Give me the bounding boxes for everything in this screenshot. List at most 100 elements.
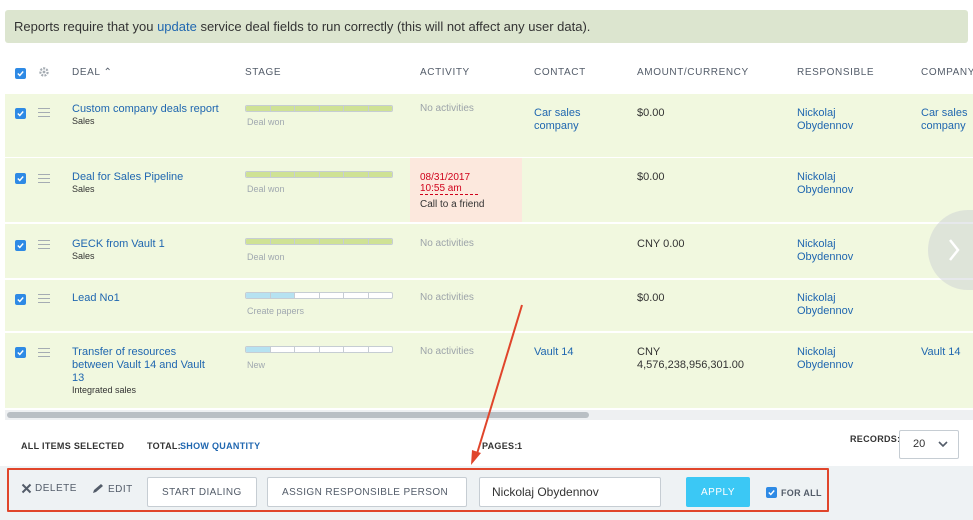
- drag-handle-icon[interactable]: [38, 348, 50, 357]
- activity-status: No activities: [420, 346, 474, 357]
- drag-handle-icon[interactable]: [38, 294, 50, 303]
- delete-button[interactable]: DELETE: [21, 483, 77, 494]
- activity-deadline[interactable]: 08/31/2017 10:55 am: [420, 172, 478, 195]
- records-per-page-select[interactable]: 20: [899, 430, 959, 459]
- chevron-right-icon: [949, 239, 960, 261]
- stage-label: New: [247, 360, 266, 370]
- responsible-link[interactable]: Nickolaj Obydennov: [797, 171, 872, 197]
- table-row[interactable]: Transfer of resources between Vault 14 a…: [5, 333, 973, 409]
- row-checkbox[interactable]: [15, 173, 26, 184]
- deal-category: Integrated sales: [72, 385, 137, 395]
- responsible-link[interactable]: Nickolaj Obydennov: [797, 292, 872, 318]
- company-link[interactable]: Vault 14: [921, 346, 961, 359]
- activity-task-link[interactable]: Call to a friend: [420, 199, 484, 210]
- gear-icon[interactable]: [38, 66, 50, 78]
- records-label: RECORDS:: [850, 434, 901, 444]
- deal-name: Lead No1: [72, 292, 222, 305]
- stage-progress-bar[interactable]: [245, 292, 393, 299]
- delete-label: DELETE: [35, 483, 77, 494]
- crm-deal-list: Reports require that you update service …: [0, 0, 973, 520]
- assign-responsible-dropdown[interactable]: ASSIGN RESPONSIBLE PERSON: [267, 477, 467, 507]
- contact-link[interactable]: Car sales company: [534, 107, 604, 133]
- amount-value: $0.00: [637, 171, 665, 183]
- stage-progress-bar[interactable]: [245, 346, 393, 353]
- drag-handle-icon[interactable]: [38, 174, 50, 183]
- select-all-checkbox[interactable]: [15, 68, 26, 79]
- show-quantity-link[interactable]: SHOW QUANTITY: [180, 441, 260, 451]
- deal-name-link[interactable]: Transfer of resources between Vault 14 a…: [72, 346, 205, 384]
- deal-name: GECK from Vault 1 Sales: [72, 238, 222, 262]
- table-row[interactable]: GECK from Vault 1 Sales Deal won No activ…: [5, 224, 973, 279]
- deal-name-link[interactable]: Custom company deals report: [72, 103, 219, 115]
- pages-value[interactable]: 1: [517, 441, 522, 451]
- column-responsible[interactable]: RESPONSIBLE: [797, 67, 874, 78]
- activity-status: No activities: [420, 238, 474, 249]
- column-stage[interactable]: STAGE: [245, 67, 281, 78]
- amount-value: CNY 4,576,238,956,301.00: [637, 346, 745, 371]
- total-label: TOTAL:: [147, 441, 181, 451]
- notice-update-link[interactable]: update: [157, 19, 197, 34]
- table-header: DEAL ⌃ STAGE ACTIVITY CONTACT AMOUNT/CUR…: [0, 57, 973, 93]
- stage-label: Deal won: [247, 252, 285, 262]
- column-company[interactable]: COMPANY: [921, 67, 973, 78]
- row-checkbox[interactable]: [15, 240, 26, 251]
- notice-text-after: service deal fields to run correctly (th…: [196, 19, 591, 34]
- responsible-link[interactable]: Nickolaj Obydennov: [797, 346, 872, 372]
- table-row[interactable]: Lead No1 Create papers No activities $0.…: [5, 280, 973, 332]
- activity-status: No activities: [420, 103, 474, 114]
- horizontal-scrollbar[interactable]: [5, 410, 973, 420]
- deal-name: Custom company deals report Sales: [72, 103, 222, 127]
- stage-label: Create papers: [247, 306, 305, 316]
- table-footer: ALL ITEMS SELECTED TOTAL: SHOW QUANTITY …: [0, 422, 973, 464]
- apply-button[interactable]: APPLY: [686, 477, 750, 507]
- for-all-checkbox[interactable]: [766, 487, 777, 498]
- edit-label: EDIT: [108, 483, 133, 495]
- records-value: 20: [913, 438, 926, 450]
- for-all-toggle[interactable]: FOR ALL: [766, 487, 822, 498]
- column-amount[interactable]: AMOUNT/CURRENCY: [637, 67, 749, 78]
- group-actions-panel: DELETE EDIT START DIALING ASSIGN RESPONS…: [7, 468, 829, 512]
- notice-banner: Reports require that you update service …: [5, 10, 968, 43]
- chevron-down-icon: [938, 441, 948, 448]
- table-row[interactable]: Deal for Sales Pipeline Sales Deal won 08…: [5, 158, 973, 223]
- contact-link[interactable]: Vault 14: [534, 346, 574, 359]
- drag-handle-icon[interactable]: [38, 108, 50, 117]
- stage-progress-bar[interactable]: [245, 238, 393, 245]
- deal-name-link[interactable]: Lead No1: [72, 292, 120, 304]
- row-checkbox[interactable]: [15, 347, 26, 358]
- pencil-icon: [93, 484, 103, 493]
- deal-name: Transfer of resources between Vault 14 a…: [72, 346, 217, 396]
- activity-status: No activities: [420, 292, 474, 303]
- responsible-link[interactable]: Nickolaj Obydennov: [797, 238, 872, 264]
- company-link[interactable]: Car sales company: [921, 107, 973, 133]
- deal-name-link[interactable]: GECK from Vault 1: [72, 238, 165, 250]
- scrollbar-thumb[interactable]: [7, 412, 589, 418]
- stage-label: Deal won: [247, 117, 285, 127]
- deal-category: Sales: [72, 184, 95, 194]
- activity-cell: 08/31/2017 10:55 am Call to a friend: [410, 158, 522, 222]
- for-all-label: FOR ALL: [781, 487, 822, 498]
- responsible-link[interactable]: Nickolaj Obydennov: [797, 107, 872, 133]
- amount-value: $0.00: [637, 292, 665, 304]
- deal-name: Deal for Sales Pipeline Sales: [72, 171, 222, 195]
- start-dialing-button[interactable]: START DIALING: [147, 477, 257, 507]
- close-icon: [21, 483, 32, 494]
- table-row[interactable]: Custom company deals report Sales Deal wo…: [5, 94, 973, 158]
- column-contact[interactable]: CONTACT: [534, 67, 586, 78]
- stage-progress-bar[interactable]: [245, 171, 393, 178]
- row-checkbox[interactable]: [15, 108, 26, 119]
- deal-name-link[interactable]: Deal for Sales Pipeline: [72, 171, 183, 183]
- deal-category: Sales: [72, 116, 95, 126]
- row-checkbox[interactable]: [15, 294, 26, 305]
- notice-text-before: Reports require that you: [14, 19, 158, 34]
- stage-progress-bar[interactable]: [245, 105, 393, 112]
- deal-category: Sales: [72, 251, 95, 261]
- column-deal[interactable]: DEAL ⌃: [72, 67, 113, 78]
- edit-button[interactable]: EDIT: [91, 483, 133, 495]
- drag-handle-icon[interactable]: [38, 240, 50, 249]
- column-activity[interactable]: ACTIVITY: [420, 67, 470, 78]
- pages-label: PAGES:: [482, 441, 518, 451]
- amount-value: CNY 0.00: [637, 238, 685, 250]
- responsible-person-input[interactable]: Nickolaj Obydennov: [479, 477, 661, 507]
- assign-label: ASSIGN RESPONSIBLE PERSON: [282, 486, 449, 498]
